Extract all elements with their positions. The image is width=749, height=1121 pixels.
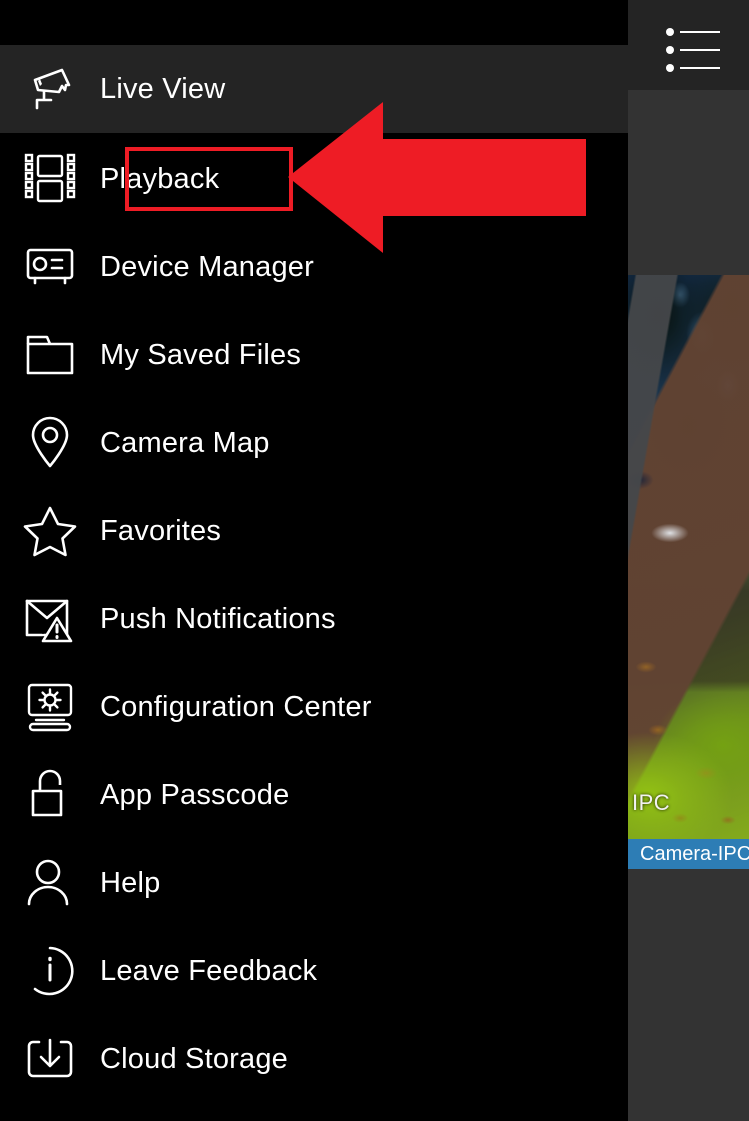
sidebar-item-help[interactable]: Help bbox=[0, 839, 628, 927]
sidebar-item-label: Playback bbox=[100, 162, 220, 195]
folder-icon bbox=[0, 311, 100, 399]
sidebar-item-my-saved-files[interactable]: My Saved Files bbox=[0, 311, 628, 399]
app-top-bar bbox=[628, 0, 749, 90]
sidebar-item-push-notifications[interactable]: Push Notifications bbox=[0, 575, 628, 663]
right-app-panel: IPC Camera-IPC bbox=[628, 0, 749, 1121]
sidebar-item-configuration-center[interactable]: Configuration Center bbox=[0, 663, 628, 751]
star-icon bbox=[0, 487, 100, 575]
padlock-open-icon bbox=[0, 751, 100, 839]
sidebar-item-label: My Saved Files bbox=[100, 338, 302, 371]
cctv-camera-icon bbox=[0, 45, 100, 133]
person-icon bbox=[0, 839, 100, 927]
sidebar-item-label: Live View bbox=[100, 72, 226, 105]
sidebar-item-label: Help bbox=[100, 866, 161, 899]
sidebar-item-camera-map[interactable]: Camera Map bbox=[0, 399, 628, 487]
sidebar-item-playback[interactable]: Playback bbox=[0, 135, 628, 223]
envelope-alert-icon bbox=[0, 575, 100, 663]
camera-name-label: Camera-IPC bbox=[628, 839, 749, 869]
sidebar-item-app-passcode[interactable]: App Passcode bbox=[0, 751, 628, 839]
sidebar-item-label: Favorites bbox=[100, 514, 222, 547]
sidebar-item-label: Push Notifications bbox=[100, 602, 336, 635]
app-screen: IPC Camera-IPC Live View Playback Device… bbox=[0, 0, 749, 1121]
sidebar-item-live-view[interactable]: Live View bbox=[0, 45, 628, 133]
side-drawer-menu: Live View Playback Device Manager My Sav… bbox=[0, 0, 628, 1121]
map-pin-icon bbox=[0, 399, 100, 487]
sidebar-item-device-manager[interactable]: Device Manager bbox=[0, 223, 628, 311]
sidebar-item-label: Device Manager bbox=[100, 250, 314, 283]
monitor-gear-icon bbox=[0, 663, 100, 751]
sidebar-item-label: Camera Map bbox=[100, 426, 270, 459]
sidebar-item-cloud-storage[interactable]: Cloud Storage bbox=[0, 1015, 628, 1103]
sidebar-item-label: App Passcode bbox=[100, 778, 290, 811]
camera-video-tile[interactable]: IPC bbox=[628, 275, 749, 839]
filmstrip-icon bbox=[0, 135, 100, 223]
sidebar-item-label: Configuration Center bbox=[100, 690, 372, 723]
sidebar-item-favorites[interactable]: Favorites bbox=[0, 487, 628, 575]
download-tray-icon bbox=[0, 1015, 100, 1103]
sidebar-item-leave-feedback[interactable]: Leave Feedback bbox=[0, 927, 628, 1015]
info-circle-icon bbox=[0, 927, 100, 1015]
list-hamburger-icon[interactable] bbox=[666, 28, 730, 72]
device-box-icon bbox=[0, 223, 100, 311]
camera-osd-text: IPC bbox=[632, 790, 671, 815]
camera-live-image bbox=[628, 275, 749, 839]
sidebar-item-label: Cloud Storage bbox=[100, 1042, 288, 1075]
sidebar-item-label: Leave Feedback bbox=[100, 954, 318, 987]
